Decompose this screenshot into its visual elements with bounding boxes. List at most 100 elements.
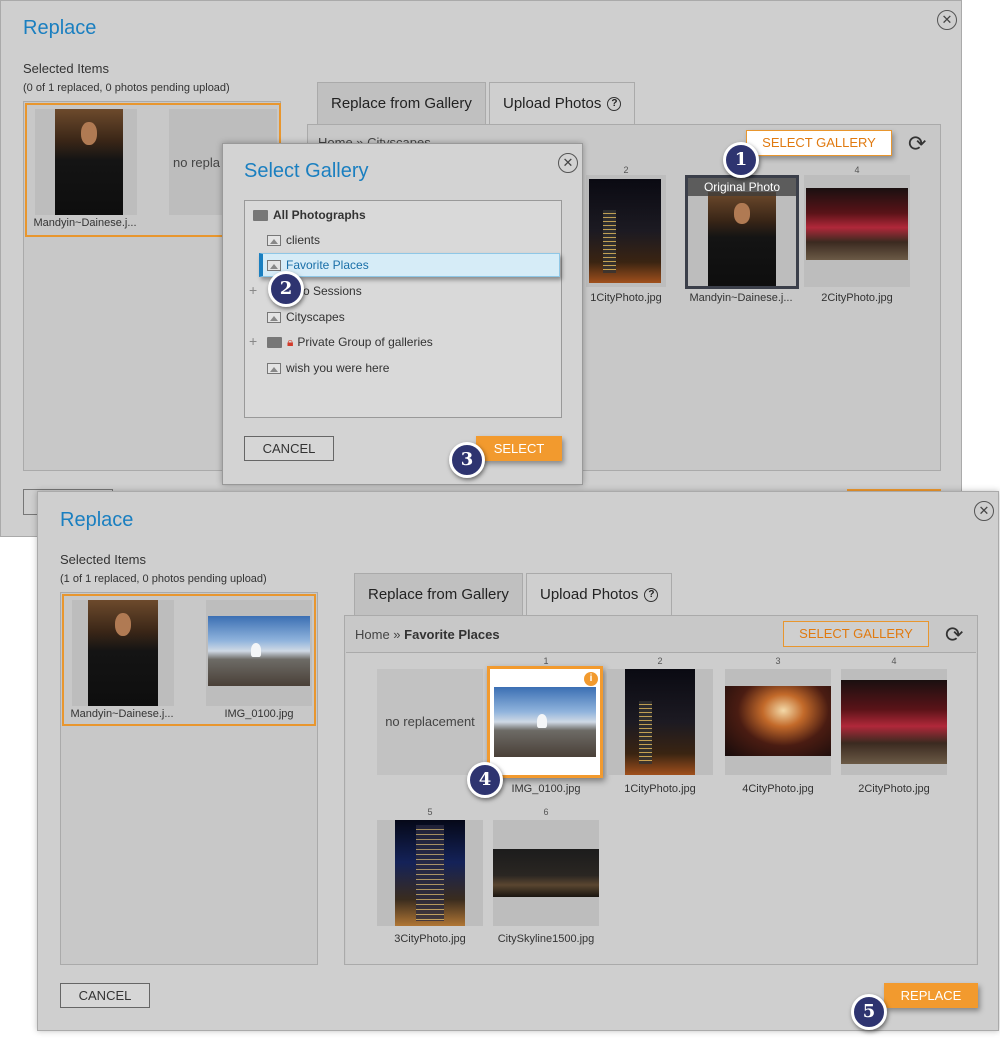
refresh-icon[interactable]: ⟳: [908, 131, 926, 157]
city-night-photo: [625, 669, 695, 775]
refresh-icon[interactable]: ⟳: [945, 622, 963, 648]
select-gallery-button[interactable]: SELECT GALLERY: [783, 621, 929, 647]
fountain-photo: [725, 686, 831, 756]
tree-item-private-group[interactable]: 🔒︎ Private Group of galleries: [267, 332, 433, 352]
tree-item-label: wish you were here: [286, 361, 390, 375]
red-building-photo: [841, 680, 947, 764]
step-4-badge: 4: [467, 762, 503, 798]
expand-plus-icon[interactable]: +: [249, 333, 257, 349]
original-thumb: [72, 600, 174, 706]
gallery-icon: [267, 260, 281, 272]
info-icon[interactable]: i: [584, 672, 598, 686]
selected-pair[interactable]: Mandyin~Dainese.j... IMG_0100.jpg: [62, 594, 316, 726]
grid-photo[interactable]: [804, 175, 910, 287]
tree-item-sessions[interactable]: o Sessions: [303, 281, 362, 301]
red-building-photo: [806, 188, 908, 260]
replace-status: (1 of 1 replaced, 0 photos pending uploa…: [60, 573, 267, 585]
no-replacement-text: no replacement: [385, 714, 475, 729]
gallery-tree: All Photographs clients Favorite Places …: [244, 200, 562, 418]
tree-item-favorite-places[interactable]: Favorite Places: [259, 253, 560, 277]
step-1-badge: 1: [723, 142, 759, 178]
tower-photo: [395, 820, 465, 926]
cancel-button[interactable]: CANCEL: [244, 436, 334, 461]
photo-number: 5: [427, 807, 433, 817]
tab-upload-photos[interactable]: Upload Photos?: [526, 573, 673, 615]
expand-plus-icon[interactable]: +: [249, 282, 257, 298]
help-icon[interactable]: ?: [644, 588, 659, 603]
help-icon[interactable]: ?: [607, 97, 622, 112]
tab-upload-label: Upload Photos: [540, 586, 639, 603]
tree-item-clients[interactable]: clients: [267, 230, 320, 250]
grid-photo[interactable]: [493, 820, 599, 926]
original-photo: [708, 192, 776, 286]
selected-items-label: Selected Items: [60, 552, 146, 567]
select-gallery-button[interactable]: SELECT GALLERY: [746, 130, 892, 156]
tab-upload-label: Upload Photos: [503, 95, 602, 112]
original-photo: [88, 600, 158, 706]
skyline-photo: [493, 849, 599, 897]
tab-replace-from-gallery[interactable]: Replace from Gallery: [317, 82, 486, 124]
grid-filename: Mandyin~Dainese.j...: [689, 292, 793, 304]
close-icon[interactable]: ✕: [937, 10, 957, 30]
tree-item-wish-you-were-here[interactable]: wish you were here: [267, 358, 389, 378]
replacement-filename: IMG_0100.jpg: [224, 708, 294, 720]
tree-item-label: All Photographs: [273, 208, 366, 222]
grid-filename: 1CityPhoto.jpg: [624, 783, 696, 795]
photo-number: 4: [854, 165, 860, 175]
original-filename: Mandyin~Dainese.j...: [33, 217, 137, 229]
no-replacement-text: no repla: [173, 155, 220, 170]
step-3-badge: 3: [449, 442, 485, 478]
grid-photo-selected[interactable]: i: [487, 666, 603, 778]
close-icon[interactable]: ✕: [558, 153, 578, 173]
grid-filename: CitySkyline1500.jpg: [497, 933, 595, 945]
grid-photo[interactable]: [725, 669, 831, 775]
front-replace-dialog: Replace ✕ Selected Items (1 of 1 replace…: [37, 491, 999, 1031]
grid-filename: 2CityPhoto.jpg: [821, 292, 893, 304]
breadcrumb-home[interactable]: Home »: [355, 627, 401, 642]
tree-item-label: Favorite Places: [286, 258, 369, 272]
tab-upload-photos[interactable]: Upload Photos?: [489, 82, 636, 124]
folder-icon: [253, 210, 268, 222]
tree-item-label: clients: [286, 233, 321, 247]
step-5-badge: 5: [851, 994, 887, 1030]
grid-filename: 2CityPhoto.jpg: [858, 783, 930, 795]
gallery-browser-panel: Home » Favorite Places SELECT GALLERY ⟳ …: [344, 615, 978, 965]
photo-number: 2: [623, 165, 629, 175]
grid-photo[interactable]: [607, 669, 713, 775]
grid-filename: 1CityPhoto.jpg: [590, 292, 662, 304]
photo-number: 1: [543, 656, 549, 666]
cancel-button[interactable]: CANCEL: [60, 983, 150, 1008]
city-night-photo: [589, 179, 661, 283]
lock-icon: 🔒︎: [287, 335, 294, 349]
tree-item-cityscapes[interactable]: Cityscapes: [267, 307, 345, 327]
tab-replace-from-gallery[interactable]: Replace from Gallery: [354, 573, 523, 615]
tree-item-label: Cityscapes: [286, 310, 345, 324]
select-gallery-modal: Select Gallery ✕ All Photographs clients…: [222, 143, 583, 485]
original-photo: [55, 109, 123, 215]
no-replacement-tile[interactable]: no replacement: [377, 669, 483, 775]
dialog-title: Replace: [60, 509, 134, 531]
dialog-title: Replace: [23, 17, 97, 39]
geyser-photo: [208, 616, 310, 686]
grid-photo[interactable]: [377, 820, 483, 926]
original-photo-tile: Original Photo: [685, 175, 799, 289]
close-icon[interactable]: ✕: [974, 501, 994, 521]
original-thumb: [35, 109, 137, 215]
original-filename: Mandyin~Dainese.j...: [70, 708, 174, 720]
replace-button[interactable]: REPLACE: [884, 983, 978, 1008]
grid-photo[interactable]: [841, 669, 947, 775]
tree-item-all-photographs[interactable]: All Photographs: [253, 205, 366, 225]
folder-icon: [267, 337, 282, 349]
grid-photo[interactable]: [586, 175, 666, 287]
replace-status: (0 of 1 replaced, 0 photos pending uploa…: [23, 82, 230, 94]
step-2-badge: 2: [268, 271, 304, 307]
replacement-thumb: [206, 600, 312, 706]
photo-number: 3: [775, 656, 781, 666]
select-button[interactable]: SELECT: [476, 436, 562, 461]
grid-filename: 3CityPhoto.jpg: [394, 933, 466, 945]
tree-item-label: Private Group of galleries: [297, 335, 433, 349]
geyser-photo: [494, 687, 596, 757]
modal-title: Select Gallery: [244, 160, 369, 182]
gallery-icon: [267, 235, 281, 247]
breadcrumb: Home » Favorite Places: [355, 627, 500, 642]
